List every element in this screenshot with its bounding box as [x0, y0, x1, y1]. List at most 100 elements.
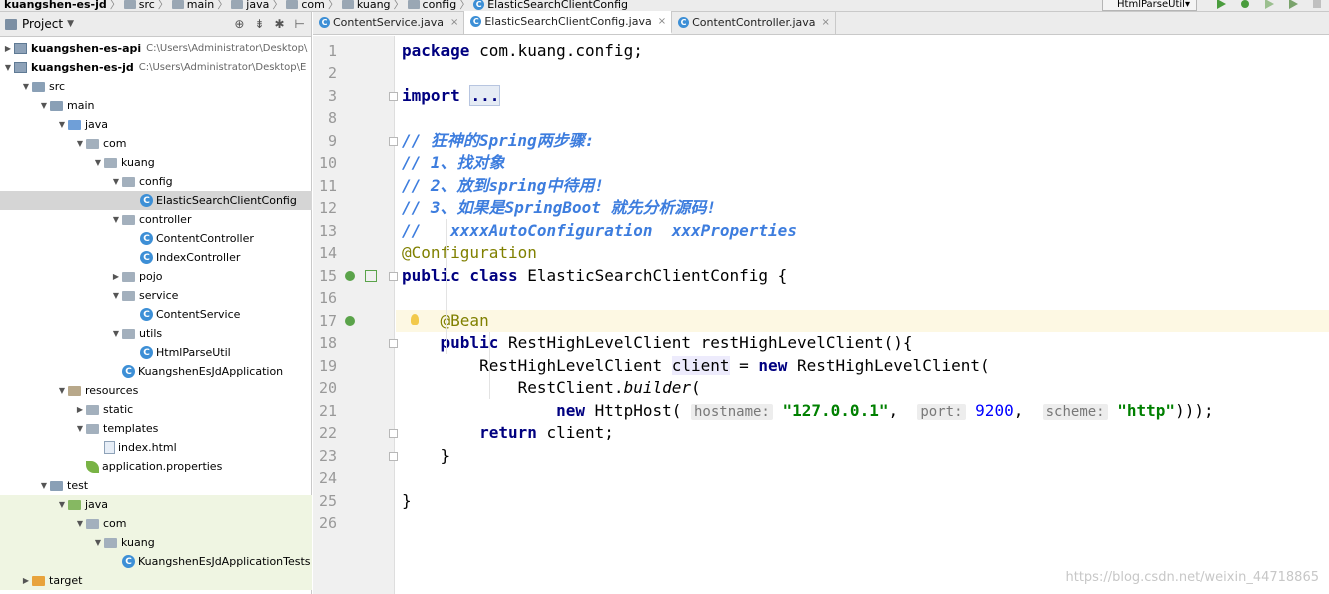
chevron-down-icon[interactable]: ▼: [110, 329, 122, 338]
line-number[interactable]: 1: [313, 42, 337, 60]
chevron-down-icon[interactable]: ▼: [56, 386, 68, 395]
tree-row[interactable]: ▼ com: [0, 134, 312, 153]
tree-row[interactable]: C ElasticSearchClientConfig: [0, 191, 312, 210]
tab-elasticsearch-client-config[interactable]: C ElasticSearchClientConfig.java ×: [464, 11, 673, 34]
line-number[interactable]: 11: [313, 177, 337, 195]
fold-marker-icon[interactable]: [389, 136, 398, 146]
code-line[interactable]: public class ElasticSearchClientConfig {: [402, 265, 787, 288]
fold-marker-icon[interactable]: [389, 451, 398, 461]
line-number[interactable]: 23: [313, 447, 337, 465]
line-number[interactable]: 10: [313, 154, 337, 172]
debug-icon[interactable]: [1240, 0, 1250, 9]
close-icon[interactable]: ×: [822, 17, 830, 28]
code-line[interactable]: // 3、如果是SpringBoot 就先分析源码!: [402, 197, 716, 220]
chevron-down-icon[interactable]: ▼: [74, 424, 86, 433]
code-line[interactable]: // 2、放到spring中待用!: [402, 175, 604, 198]
code-line[interactable]: RestHighLevelClient client = new RestHig…: [402, 355, 990, 378]
line-number[interactable]: 18: [313, 334, 337, 352]
tree-row[interactable]: C ContentController: [0, 229, 312, 248]
line-number[interactable]: 16: [313, 289, 337, 307]
fold-marker-icon[interactable]: [389, 91, 398, 101]
code-line[interactable]: }: [402, 445, 451, 468]
line-number[interactable]: 21: [313, 402, 337, 420]
tree-row[interactable]: ▼ src: [0, 77, 312, 96]
chevron-down-icon[interactable]: ▼: [74, 139, 86, 148]
line-number[interactable]: 22: [313, 424, 337, 442]
chevron-down-icon[interactable]: ▼: [38, 481, 50, 490]
line-number[interactable]: 3: [313, 87, 337, 105]
breadcrumb-com[interactable]: com: [301, 0, 325, 11]
profile-icon[interactable]: [1288, 0, 1298, 9]
tree-row[interactable]: ▶ static: [0, 400, 312, 419]
chevron-down-icon[interactable]: ▼: [110, 215, 122, 224]
tree-row[interactable]: ▼ main: [0, 96, 312, 115]
line-number[interactable]: 14: [313, 244, 337, 262]
chevron-down-icon[interactable]: ▼: [92, 538, 104, 547]
chevron-down-icon[interactable]: ▼: [38, 101, 50, 110]
run-icon[interactable]: [1216, 0, 1226, 9]
hide-icon[interactable]: ⊢: [295, 17, 305, 31]
tree-row[interactable]: ▼ kuangshen-es-jd C:\Users\Administrator\D…: [0, 58, 312, 77]
tree-row[interactable]: ▶ pojo: [0, 267, 312, 286]
collapse-all-icon[interactable]: ⇟: [254, 17, 264, 31]
code-line[interactable]: public RestHighLevelClient restHighLevel…: [402, 332, 913, 355]
spring-bean-icon[interactable]: [345, 315, 355, 326]
tree-row[interactable]: application.properties: [0, 457, 312, 476]
chevron-down-icon[interactable]: ▼: [67, 19, 74, 29]
code-editor[interactable]: 1 2 3 8 9 10 11 12 13 14 15 16 17 18 19 20 21 22 23 24 25 26 …: [313, 36, 1329, 594]
tree-row[interactable]: C ContentService: [0, 305, 312, 324]
editor-gutter[interactable]: 1 2 3 8 9 10 11 12 13 14 15 16 17 18 19 20 21 22 23 24 25 26: [313, 36, 398, 594]
tree-row[interactable]: ▼ test: [0, 476, 312, 495]
line-number[interactable]: 8: [313, 109, 337, 127]
stop-icon[interactable]: [1312, 0, 1322, 9]
implementation-icon[interactable]: [365, 269, 377, 282]
lightbulb-icon[interactable]: [411, 313, 419, 325]
coverage-icon[interactable]: [1264, 0, 1274, 9]
fold-marker-icon[interactable]: [389, 339, 398, 348]
code-line[interactable]: new HttpHost( hostname: "127.0.0.1", por…: [402, 400, 1214, 423]
line-number[interactable]: 24: [313, 469, 337, 487]
chevron-right-icon[interactable]: ▶: [110, 272, 122, 281]
run-config-select[interactable]: HtmlParseUtil ▾: [1102, 0, 1197, 11]
breadcrumb-class[interactable]: ElasticSearchClientConfig: [487, 0, 628, 11]
line-number[interactable]: 25: [313, 492, 337, 510]
line-number[interactable]: 13: [313, 222, 337, 240]
chevron-down-icon[interactable]: ▼: [2, 63, 14, 72]
line-number[interactable]: 20: [313, 379, 337, 397]
gear-icon[interactable]: ✱: [274, 17, 284, 31]
tree-row[interactable]: ▼ config: [0, 172, 312, 191]
line-number[interactable]: 17: [313, 312, 337, 330]
tree-row[interactable]: ▼ kuang: [0, 533, 312, 552]
tree-row[interactable]: ▼ java: [0, 115, 312, 134]
code-line[interactable]: package com.kuang.config;: [402, 40, 643, 63]
line-number[interactable]: 12: [313, 199, 337, 217]
code-line[interactable]: import ...: [402, 84, 501, 108]
tree-row[interactable]: ▼ resources: [0, 381, 312, 400]
chevron-down-icon[interactable]: ▼: [56, 120, 68, 129]
fold-marker-icon[interactable]: [389, 271, 398, 281]
tree-row[interactable]: ▼ templates: [0, 419, 312, 438]
tab-content-controller[interactable]: C ContentController.java ×: [672, 11, 836, 34]
code-line[interactable]: // 狂神的Spring两步骤:: [402, 130, 594, 153]
line-number[interactable]: 26: [313, 514, 337, 532]
tree-row[interactable]: ▼ service: [0, 286, 312, 305]
locate-icon[interactable]: ⊕: [234, 17, 244, 31]
project-title[interactable]: Project: [22, 17, 63, 31]
tree-row[interactable]: C HtmlParseUtil: [0, 343, 312, 362]
chevron-right-icon[interactable]: ▶: [74, 405, 86, 414]
tree-row[interactable]: ▶ target: [0, 571, 312, 590]
tab-content-service[interactable]: C ContentService.java ×: [313, 11, 465, 34]
code-line[interactable]: }: [402, 490, 412, 513]
chevron-down-icon[interactable]: ▼: [110, 291, 122, 300]
chevron-down-icon[interactable]: ▼: [92, 158, 104, 167]
code-line[interactable]: return client;: [402, 422, 614, 445]
code-line[interactable]: // 1、找对象: [402, 152, 505, 175]
tree-row[interactable]: ▼ com: [0, 514, 312, 533]
tree-row[interactable]: ▼ utils: [0, 324, 312, 343]
breadcrumb-config[interactable]: config: [423, 0, 457, 11]
breadcrumb-module[interactable]: kuangshen-es-jd: [4, 0, 107, 11]
code-line[interactable]: RestClient.builder(: [402, 377, 701, 400]
tree-row[interactable]: C KuangshenEsJdApplication: [0, 362, 312, 381]
tree-row[interactable]: ▼ kuang: [0, 153, 312, 172]
fold-marker-icon[interactable]: [389, 429, 398, 438]
